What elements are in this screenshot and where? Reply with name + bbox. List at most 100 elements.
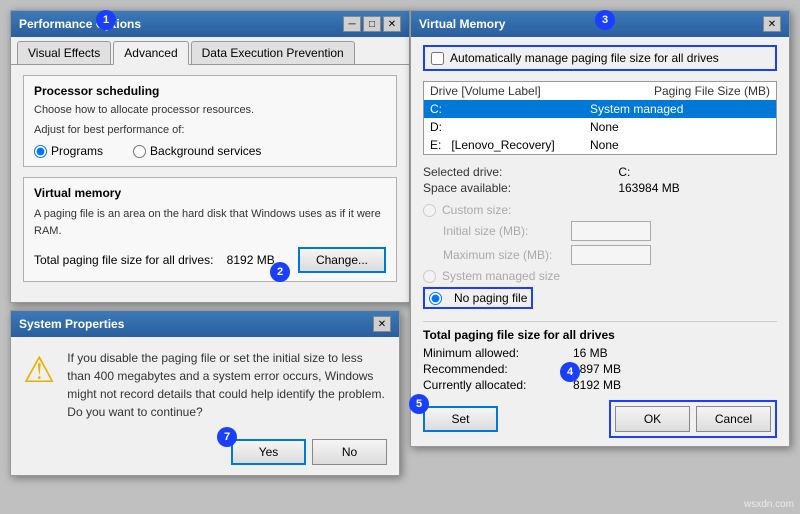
- space-available-label: Space available:: [423, 181, 608, 195]
- set-btn-wrapper: 5 Set: [423, 406, 498, 432]
- background-label: Background services: [150, 144, 261, 158]
- paging-table: Drive [Volume Label] Paging File Size (M…: [423, 81, 777, 155]
- selected-drive-label: Selected drive:: [423, 165, 608, 179]
- virt-mem-title: Virtual Memory: [419, 17, 505, 31]
- selected-drive-value: C:: [618, 165, 777, 179]
- paging-row-e[interactable]: E: [Lenovo_Recovery] None: [424, 136, 776, 154]
- yes-btn-wrapper: 7 Yes: [231, 439, 306, 465]
- recommended-label: Recommended:: [423, 362, 563, 376]
- close-button[interactable]: ✕: [383, 16, 401, 32]
- no-paging-option[interactable]: No paging file: [423, 287, 533, 309]
- paging-row-c[interactable]: C: System managed: [424, 100, 776, 118]
- programs-label: Programs: [51, 144, 103, 158]
- warning-icon: ⚠: [23, 349, 55, 391]
- virtual-memory-title: Virtual memory: [34, 186, 386, 200]
- sys-props-buttons: 7 Yes No: [11, 433, 399, 475]
- current-label: Currently allocated:: [423, 378, 563, 392]
- custom-size-option[interactable]: Custom size:: [423, 203, 777, 217]
- drive-c-label: C:: [430, 102, 590, 116]
- custom-size-radio[interactable]: [423, 204, 436, 217]
- perf-options-titlebar: Performance Options ─ □ ✕: [11, 11, 409, 37]
- drive-e-label: E: [Lenovo_Recovery]: [430, 138, 590, 152]
- no-button[interactable]: No: [312, 439, 387, 465]
- drive-e-size: None: [590, 138, 770, 152]
- min-label: Minimum allowed:: [423, 346, 563, 360]
- no-paging-radio[interactable]: [429, 292, 442, 305]
- sys-props-close[interactable]: ✕: [373, 316, 391, 332]
- initial-size-row: Initial size (MB):: [443, 221, 777, 241]
- sys-props-title: System Properties: [19, 317, 124, 331]
- paging-row-d[interactable]: D: None: [424, 118, 776, 136]
- tab-dep[interactable]: Data Execution Prevention: [191, 41, 355, 64]
- warning-text: If you disable the paging file or set th…: [67, 349, 387, 421]
- no-paging-label: No paging file: [454, 291, 527, 305]
- ok-cancel-wrapper: 6 OK Cancel: [609, 400, 777, 438]
- warning-content: ⚠ If you disable the paging file or set …: [11, 337, 399, 433]
- max-size-input[interactable]: [571, 245, 651, 265]
- auto-manage-label: Automatically manage paging file size fo…: [450, 51, 719, 65]
- tab-visual-effects[interactable]: Visual Effects: [17, 41, 111, 64]
- size-options: Custom size: Initial size (MB): Maximum …: [423, 203, 777, 313]
- badge-2: 2: [270, 262, 290, 282]
- badge-4: 4: [560, 362, 580, 382]
- virtual-memory-dialog: Virtual Memory ✕ Automatically manage pa…: [410, 10, 790, 447]
- perf-options-title: Performance Options: [19, 17, 141, 31]
- total-title: Total paging file size for all drives: [423, 328, 777, 342]
- virtual-memory-section: Virtual memory A paging file is an area …: [23, 177, 397, 282]
- perf-options-content: Processor scheduling Choose how to alloc…: [11, 65, 409, 302]
- drive-d-label: D:: [430, 120, 590, 134]
- drive-d-size: None: [590, 120, 770, 134]
- set-button[interactable]: Set: [423, 406, 498, 432]
- titlebar-controls: ─ □ ✕: [343, 16, 401, 32]
- background-radio[interactable]: [133, 145, 146, 158]
- change-button[interactable]: Change...: [298, 247, 386, 273]
- adjust-label: Adjust for best performance of:: [34, 124, 386, 136]
- max-size-row: Maximum size (MB):: [443, 245, 777, 265]
- processor-scheduling-title: Processor scheduling: [34, 84, 386, 98]
- virt-mem-controls: ✕: [763, 16, 781, 32]
- recommended-value: 1897 MB: [573, 362, 621, 376]
- size-header: Paging File Size (MB): [654, 84, 770, 98]
- programs-radio[interactable]: [34, 145, 47, 158]
- system-managed-option[interactable]: System managed size: [423, 269, 777, 283]
- tab-bar: Visual Effects Advanced Data Execution P…: [11, 37, 409, 65]
- badge-3: 3: [595, 10, 615, 30]
- vm-total-row: Total paging file size for all drives: 8…: [34, 247, 386, 273]
- drive-c-size: System managed: [590, 102, 770, 116]
- virtual-memory-desc: A paging file is an area on the hard dis…: [34, 206, 386, 239]
- virt-mem-content: Automatically manage paging file size fo…: [411, 37, 789, 446]
- min-value: 16 MB: [573, 346, 608, 360]
- virt-mem-close[interactable]: ✕: [763, 16, 781, 32]
- performance-options-dialog: Performance Options ─ □ ✕ Visual Effects…: [10, 10, 410, 303]
- vm-total-value: 8192 MB: [227, 253, 275, 267]
- badge-5: 5: [409, 394, 429, 414]
- sys-props-controls: ✕: [373, 316, 391, 332]
- recommended-row: Recommended: 1897 MB: [423, 362, 777, 376]
- minimize-button[interactable]: ─: [343, 16, 361, 32]
- custom-size-label: Custom size:: [442, 203, 511, 217]
- programs-radio-item[interactable]: Programs: [34, 144, 103, 158]
- yes-button[interactable]: Yes: [231, 439, 306, 465]
- cancel-button[interactable]: Cancel: [696, 406, 771, 432]
- performance-radio-group: Programs Background services: [34, 144, 386, 158]
- current-value: 8192 MB: [573, 378, 621, 392]
- sys-props-titlebar: System Properties ✕: [11, 311, 399, 337]
- badge-7: 7: [217, 427, 237, 447]
- max-size-label: Maximum size (MB):: [443, 248, 563, 262]
- auto-manage-row[interactable]: Automatically manage paging file size fo…: [423, 45, 777, 71]
- background-radio-item[interactable]: Background services: [133, 144, 261, 158]
- vm-bottom-row: 5 Set 6 OK Cancel: [423, 400, 777, 438]
- badge-1: 1: [96, 10, 116, 30]
- paging-table-header: Drive [Volume Label] Paging File Size (M…: [424, 82, 776, 100]
- initial-size-label: Initial size (MB):: [443, 224, 563, 238]
- ok-button[interactable]: OK: [615, 406, 690, 432]
- system-properties-dialog: System Properties ✕ ⚠ If you disable the…: [10, 310, 400, 476]
- total-section: Total paging file size for all drives Mi…: [423, 328, 777, 392]
- tab-advanced[interactable]: Advanced: [113, 41, 188, 65]
- system-managed-label: System managed size: [442, 269, 560, 283]
- initial-size-input[interactable]: [571, 221, 651, 241]
- maximize-button[interactable]: □: [363, 16, 381, 32]
- auto-manage-checkbox[interactable]: [431, 52, 444, 65]
- system-managed-radio[interactable]: [423, 270, 436, 283]
- drive-info-grid: Selected drive: C: Space available: 1639…: [423, 165, 777, 195]
